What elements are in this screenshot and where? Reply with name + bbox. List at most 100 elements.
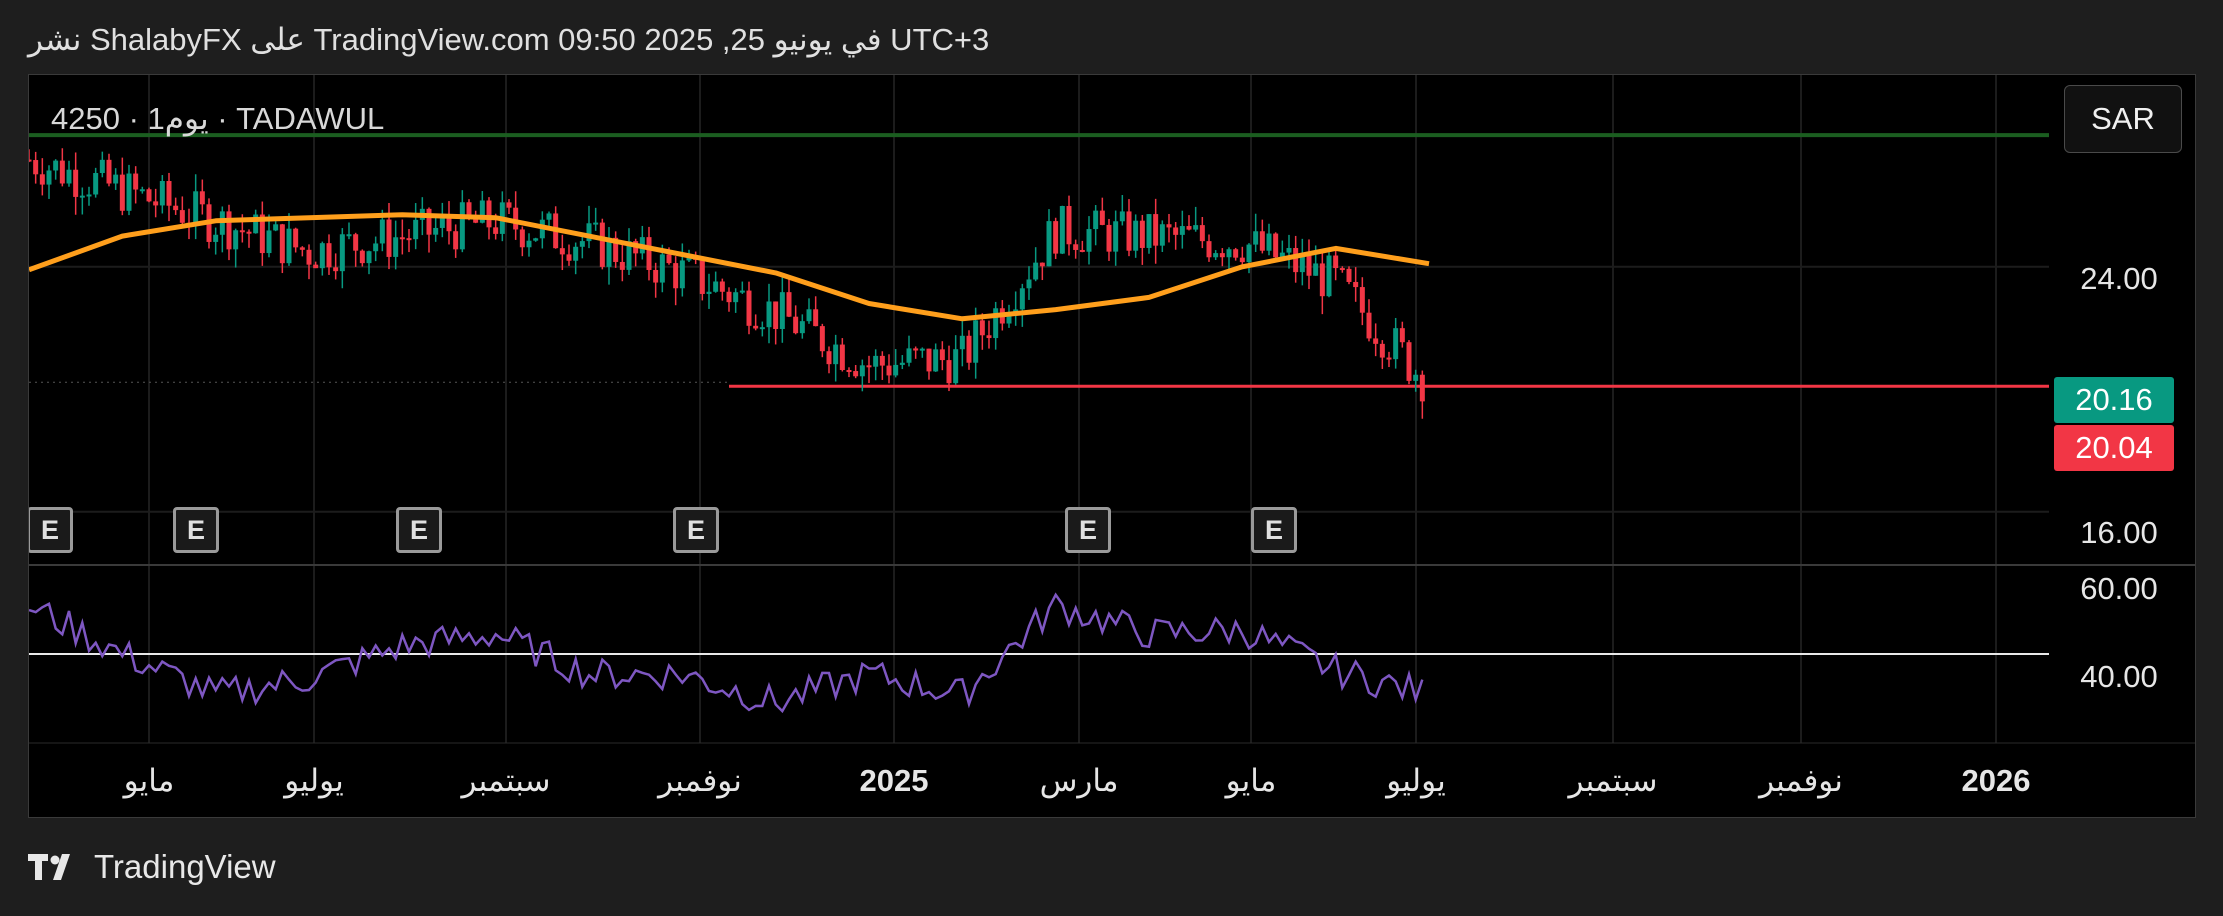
candle-body bbox=[293, 228, 299, 248]
tradingview-logo-icon bbox=[28, 854, 70, 880]
candle-body bbox=[1406, 342, 1412, 381]
candle-body bbox=[1146, 214, 1152, 248]
candle-body bbox=[1113, 221, 1119, 252]
candle-body bbox=[1033, 262, 1039, 280]
candle-body bbox=[819, 326, 825, 352]
candle-body bbox=[159, 181, 165, 206]
candle-body bbox=[53, 160, 59, 171]
candle-body bbox=[279, 224, 285, 264]
candle-body bbox=[1019, 288, 1025, 310]
candle-body bbox=[666, 254, 672, 264]
earnings-marker[interactable]: E bbox=[173, 507, 219, 553]
candle-body bbox=[653, 269, 659, 283]
candle-body bbox=[399, 237, 405, 240]
candle-body bbox=[1306, 255, 1312, 276]
candle-body bbox=[273, 224, 279, 231]
candle-body bbox=[286, 228, 292, 264]
candle-body bbox=[659, 254, 665, 283]
candle-body bbox=[739, 290, 745, 293]
time-axis-label: نوفمبر bbox=[1759, 763, 1843, 798]
candle-body bbox=[559, 248, 565, 255]
candle-body bbox=[906, 348, 912, 363]
candle-body bbox=[1193, 225, 1199, 230]
time-axis-label: يوليو bbox=[1386, 763, 1446, 798]
candle-body bbox=[73, 169, 79, 197]
candle-body bbox=[193, 191, 199, 224]
candle-body bbox=[1413, 374, 1419, 381]
candle-body bbox=[813, 309, 819, 327]
rsi-line bbox=[29, 592, 1424, 714]
symbol-legend[interactable]: 4250 · 1يوم · TADAWUL bbox=[51, 101, 384, 137]
candle-body bbox=[46, 170, 52, 185]
candle-body bbox=[1159, 224, 1165, 246]
candle-body bbox=[306, 249, 312, 265]
candle-body bbox=[746, 290, 752, 326]
candle-body bbox=[859, 365, 865, 377]
earnings-marker[interactable]: E bbox=[1065, 507, 1111, 553]
candle-body bbox=[1286, 248, 1292, 253]
time-axis-label: مايو bbox=[123, 763, 175, 798]
time-axis-label: يوليو bbox=[284, 763, 344, 798]
earnings-marker[interactable]: E bbox=[396, 507, 442, 553]
candle-body bbox=[453, 231, 459, 250]
tradingview-logo[interactable]: TradingView bbox=[28, 848, 276, 886]
candle-body bbox=[459, 202, 465, 250]
candle-body bbox=[379, 219, 385, 244]
candle-body bbox=[919, 348, 925, 351]
candle-body bbox=[733, 292, 739, 303]
earnings-marker[interactable]: E bbox=[29, 507, 73, 553]
candle-body bbox=[79, 195, 85, 198]
candle-body bbox=[1066, 206, 1072, 245]
candle-body bbox=[29, 159, 32, 162]
chart-canvas[interactable] bbox=[29, 75, 2196, 818]
candle-body bbox=[486, 200, 492, 228]
candle-body bbox=[1333, 255, 1339, 269]
candle-body bbox=[373, 243, 379, 252]
candle-body bbox=[1226, 249, 1232, 258]
candle-body bbox=[673, 263, 679, 289]
time-axis-label: مايو bbox=[1225, 763, 1277, 798]
candle-body bbox=[359, 250, 365, 264]
chart-area[interactable]: 4250 · 1يوم · TADAWUL SAR 20.16 20.04 24… bbox=[28, 74, 2196, 818]
candle-body bbox=[1179, 226, 1185, 235]
time-axis-label: مارس bbox=[1039, 763, 1119, 798]
candle-body bbox=[1313, 263, 1319, 276]
candle-body bbox=[1213, 253, 1219, 258]
candle-body bbox=[106, 159, 112, 184]
candle-body bbox=[333, 267, 339, 272]
candle-body bbox=[1399, 328, 1405, 343]
candle-body bbox=[713, 281, 719, 292]
candle-body bbox=[313, 264, 319, 269]
candle-body bbox=[913, 348, 919, 351]
candle-body bbox=[966, 335, 972, 363]
candle-body bbox=[513, 207, 519, 230]
candle-body bbox=[426, 208, 432, 235]
candle-body bbox=[299, 247, 305, 250]
candle-body bbox=[799, 321, 805, 334]
candle-body bbox=[1339, 268, 1345, 271]
candle-body bbox=[59, 160, 65, 184]
candle-body bbox=[679, 260, 685, 289]
candle-body bbox=[973, 320, 979, 363]
candle-body bbox=[1053, 221, 1059, 254]
candle-body bbox=[593, 222, 599, 225]
candle-body bbox=[833, 344, 839, 365]
candle-body bbox=[393, 237, 399, 257]
earnings-marker[interactable]: E bbox=[1251, 507, 1297, 553]
candle-body bbox=[153, 201, 159, 206]
candle-body bbox=[619, 261, 625, 270]
candle-body bbox=[126, 173, 132, 211]
candle-body bbox=[39, 174, 45, 185]
candle-body bbox=[1093, 210, 1099, 230]
candle-body bbox=[946, 360, 952, 384]
candle-body bbox=[406, 238, 412, 241]
currency-button[interactable]: SAR bbox=[2064, 85, 2182, 153]
candle-body bbox=[1299, 255, 1305, 273]
candle-body bbox=[173, 205, 179, 211]
candle-body bbox=[506, 202, 512, 208]
candle-body bbox=[839, 344, 845, 370]
candle-body bbox=[1233, 249, 1239, 258]
candle-body bbox=[413, 219, 419, 240]
earnings-marker[interactable]: E bbox=[673, 507, 719, 553]
candle-body bbox=[986, 335, 992, 339]
